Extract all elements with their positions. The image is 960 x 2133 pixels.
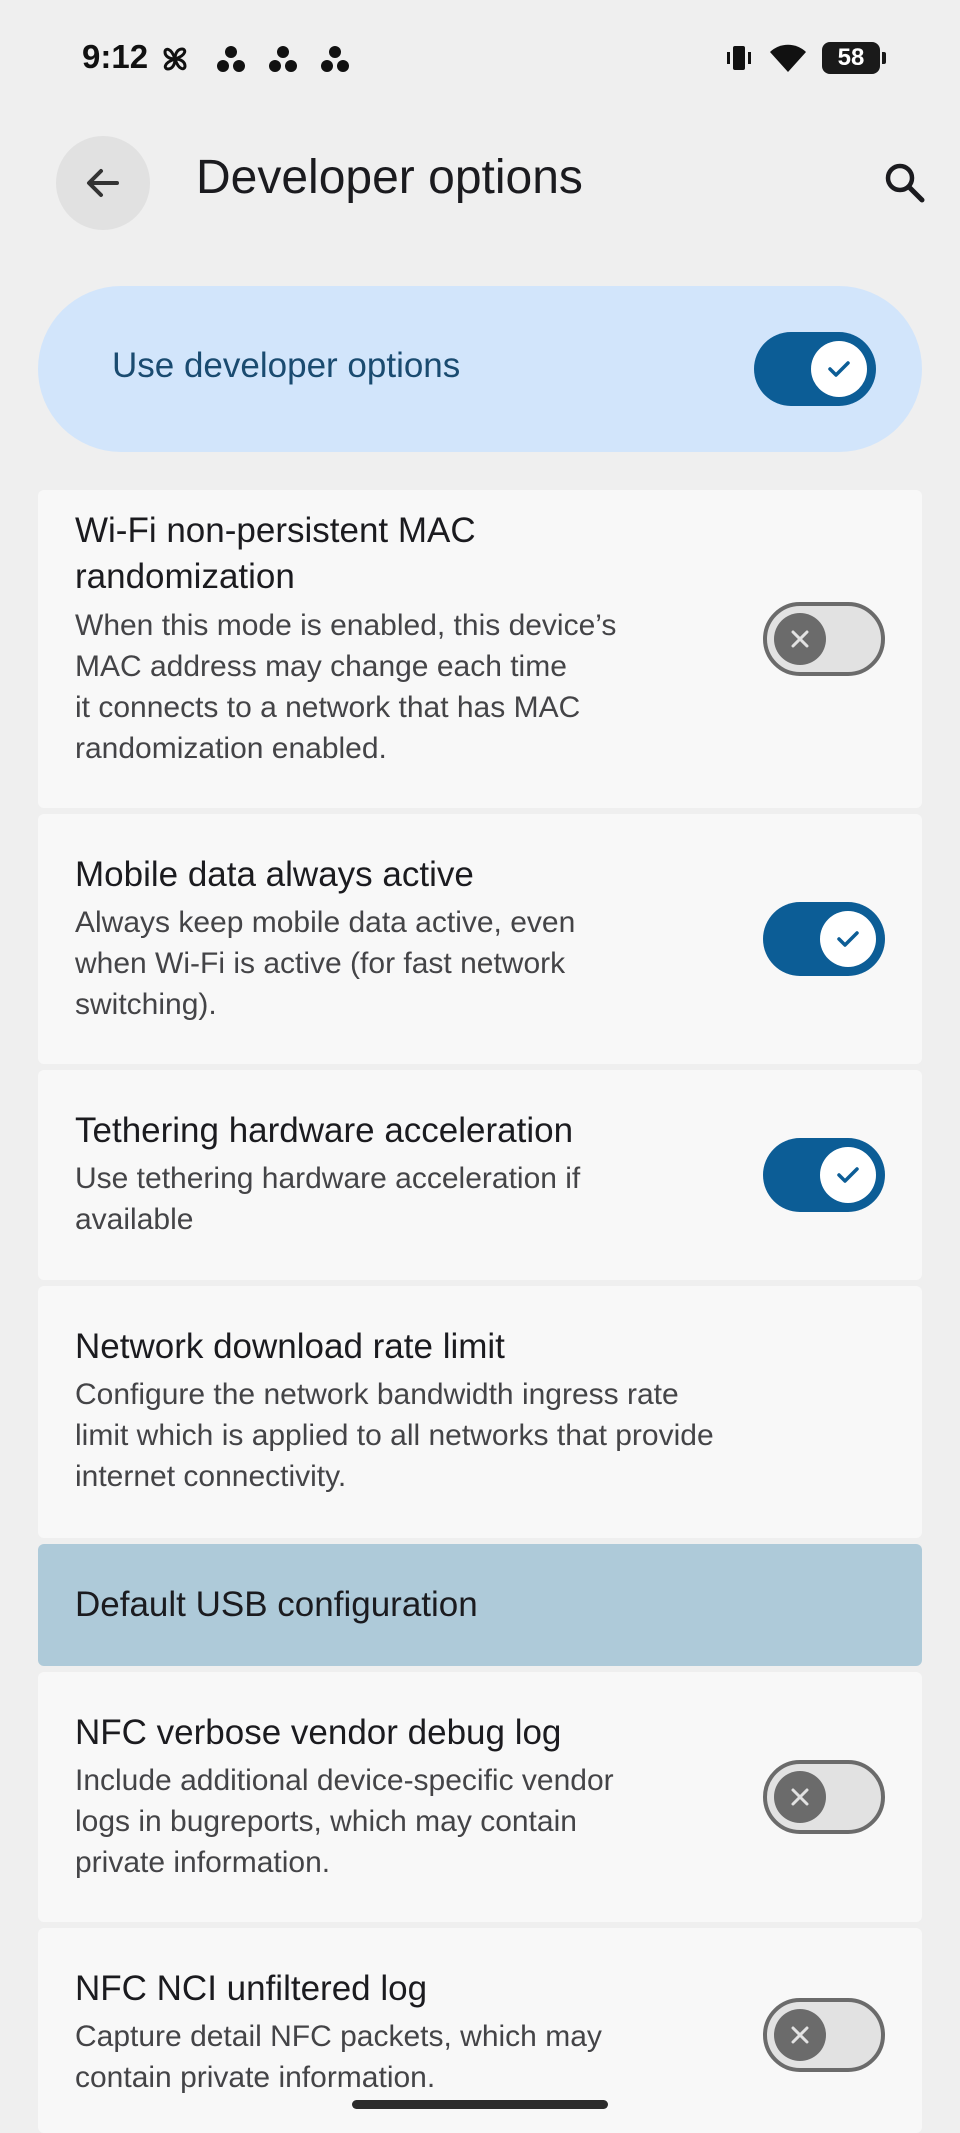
setting-title: Network download rate limit (75, 1327, 505, 1366)
pinwheel-notification-icon (163, 47, 187, 71)
wifi-mac-randomization-toggle[interactable] (763, 602, 885, 676)
battery-level: 58 (837, 44, 865, 71)
setting-description: available (75, 1203, 194, 1236)
use-developer-options-row[interactable]: Use developer options (38, 286, 922, 452)
wifi-icon (770, 44, 806, 72)
toggle-knob (774, 613, 826, 665)
check-icon (828, 361, 850, 377)
network-download-rate-limit-setting[interactable]: Network download rate limit Configure th… (38, 1286, 922, 1538)
setting-description: contain private information. (75, 2061, 436, 2094)
default-usb-configuration-setting[interactable]: Default USB configuration (38, 1544, 922, 1666)
use-developer-options-toggle[interactable] (754, 332, 876, 406)
setting-description: Capture detail NFC packets, which may (75, 2020, 602, 2053)
check-icon (837, 1167, 859, 1183)
setting-title: Tethering hardware acceleration (75, 1111, 574, 1150)
three-dots-notification-icon (269, 46, 297, 72)
back-button[interactable] (56, 136, 150, 230)
toggle-knob (811, 341, 867, 397)
close-icon (791, 1788, 809, 1806)
setting-description: When this mode is enabled, this device’s (75, 609, 617, 642)
setting-description: internet connectivity. (75, 1460, 347, 1493)
toggle-knob (820, 911, 876, 967)
setting-description: Configure the network bandwidth ingress … (75, 1378, 679, 1411)
setting-description: MAC address may change each time (75, 650, 567, 683)
page-title: Developer options (196, 151, 583, 204)
close-icon (791, 630, 809, 648)
setting-title: Default USB configuration (75, 1585, 478, 1624)
toggle-knob (820, 1147, 876, 1203)
arrow-back-icon (87, 169, 119, 197)
nfc-nci-unfiltered-log-toggle[interactable] (763, 1998, 885, 2072)
three-dots-notification-icon (217, 46, 245, 72)
setting-description: Include additional device-specific vendo… (75, 1764, 614, 1797)
setting-description: Use tethering hardware acceleration if (75, 1162, 581, 1195)
mobile-data-always-active-setting[interactable]: Mobile data always active Always keep mo… (38, 814, 922, 1064)
nfc-verbose-vendor-debug-log-setting[interactable]: NFC verbose vendor debug log Include add… (38, 1672, 922, 1922)
setting-description: randomization enabled. (75, 732, 387, 765)
tethering-hardware-acceleration-setting[interactable]: Tethering hardware acceleration Use teth… (38, 1070, 922, 1280)
setting-description: switching). (75, 988, 217, 1021)
gesture-navigation-bar[interactable] (352, 2100, 608, 2109)
close-icon (791, 2026, 809, 2044)
setting-description: Always keep mobile data active, even (75, 906, 576, 939)
setting-description: it connects to a network that has MAC (75, 691, 581, 724)
mobile-data-always-active-toggle[interactable] (763, 902, 885, 976)
setting-description: when Wi-Fi is active (for fast network (75, 947, 566, 980)
three-dots-notification-icon (321, 46, 349, 72)
wifi-mac-randomization-setting[interactable]: Wi-Fi non-persistent MAC randomization W… (38, 490, 922, 808)
check-icon (837, 931, 859, 947)
battery-icon: 58 (822, 42, 886, 74)
status-time: 9:12 (82, 38, 149, 75)
setting-title: Wi-Fi non-persistent MAC (75, 511, 476, 550)
search-icon (885, 163, 925, 203)
setting-title: NFC NCI unfiltered log (75, 1969, 428, 2008)
tethering-hardware-acceleration-toggle[interactable] (763, 1138, 885, 1212)
nfc-verbose-vendor-debug-log-toggle[interactable] (763, 1760, 885, 1834)
use-developer-options-label: Use developer options (112, 346, 461, 385)
setting-description: limit which is applied to all networks t… (75, 1419, 714, 1452)
toggle-knob (774, 1771, 826, 1823)
status-bar: 9:12 58 (0, 0, 960, 120)
setting-title: Mobile data always active (75, 855, 474, 894)
setting-title: NFC verbose vendor debug log (75, 1713, 562, 1752)
setting-description: logs in bugreports, which may contain (75, 1805, 577, 1838)
setting-title: randomization (75, 557, 295, 596)
toggle-knob (774, 2009, 826, 2061)
search-button[interactable] (872, 150, 936, 214)
vibrate-icon (727, 46, 751, 70)
setting-description: private information. (75, 1846, 331, 1879)
